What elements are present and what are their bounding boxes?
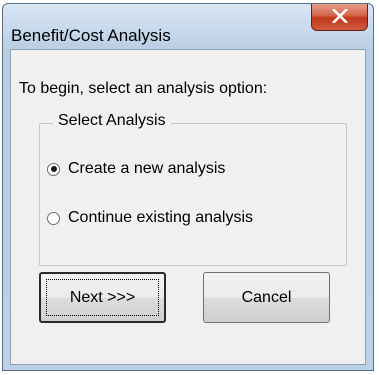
close-button[interactable] [311, 4, 368, 31]
radio-button-unselected[interactable] [47, 211, 60, 225]
cancel-button[interactable]: Cancel [203, 272, 330, 323]
window-title: Benefit/Cost Analysis [11, 26, 171, 45]
dialog-window: Benefit/Cost Analysis To begin, select a… [2, 3, 374, 371]
radio-label-create-new[interactable]: Create a new analysis [68, 160, 225, 178]
radio-create-new-analysis[interactable]: Create a new analysis [47, 160, 225, 178]
group-legend: Select Analysis [53, 112, 171, 130]
title-bar[interactable]: Benefit/Cost Analysis [3, 4, 373, 48]
radio-continue-existing-analysis[interactable]: Continue existing analysis [47, 209, 253, 227]
radio-button-selected[interactable] [47, 162, 60, 176]
next-button[interactable]: Next >>> [39, 272, 166, 323]
radio-label-continue-existing[interactable]: Continue existing analysis [68, 209, 253, 227]
instruction-label: To begin, select an analysis option: [19, 80, 268, 97]
radio-selected-dot [50, 166, 57, 172]
cancel-button-label: Cancel [241, 288, 292, 306]
select-analysis-group [39, 123, 347, 266]
dialog-client-area: To begin, select an analysis option: Sel… [10, 49, 366, 365]
next-button-label: Next >>> [69, 288, 136, 306]
close-x-icon [332, 9, 348, 23]
